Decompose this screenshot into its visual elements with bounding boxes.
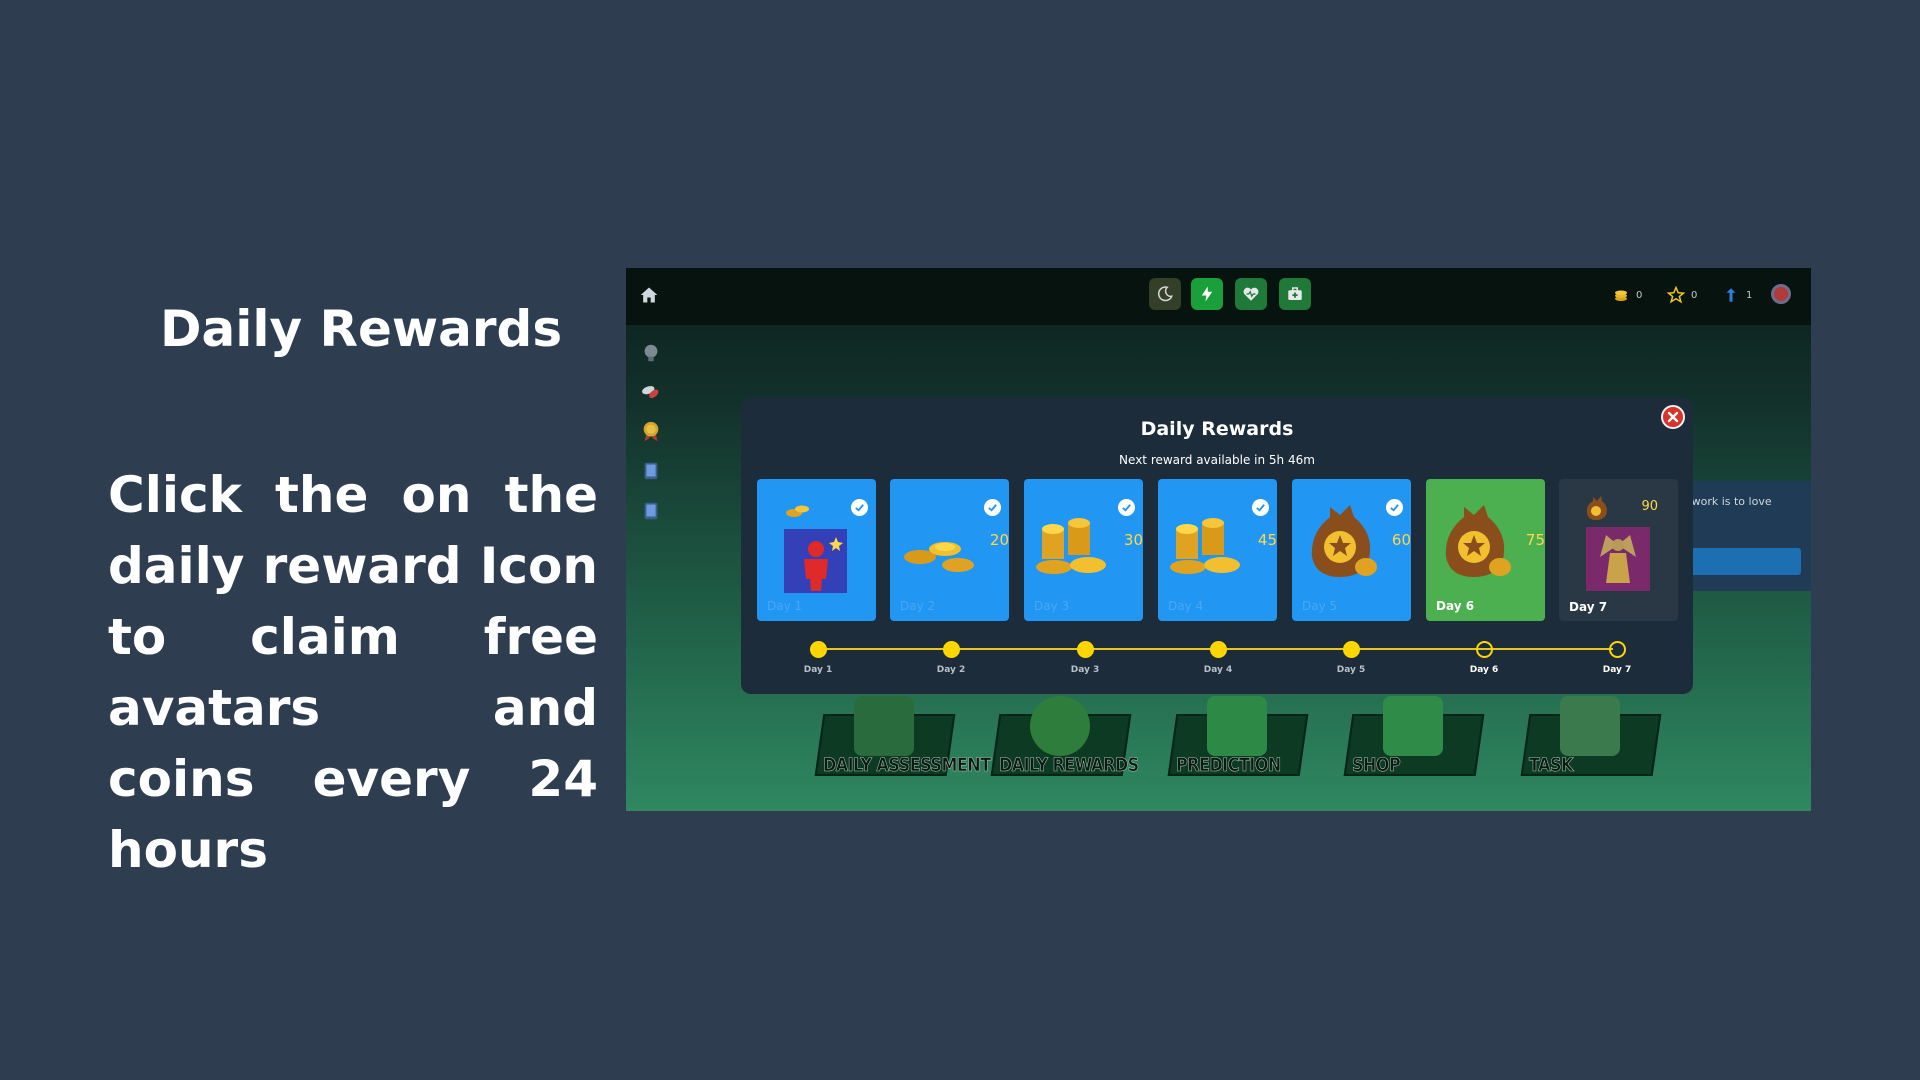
coins-stat: 0 (1612, 286, 1642, 304)
reward-card-day-4[interactable]: 45 Day 4 (1158, 479, 1277, 621)
prediction-label: PREDICTION (1176, 753, 1282, 776)
energy-button[interactable] (1191, 278, 1223, 310)
assessment-chart-icon (854, 696, 914, 756)
coin-pile-icon (1036, 518, 1106, 574)
book-icon[interactable] (640, 460, 662, 482)
claimed-check-icon (851, 499, 868, 516)
task-label: TASK (1529, 753, 1574, 776)
medical-kit-icon (1288, 287, 1302, 300)
small-coin-bag-icon (1586, 496, 1607, 520)
timeline-label: Day 3 (1070, 665, 1100, 675)
modal-title: Daily Rewards (1140, 418, 1294, 440)
reward-card-day-7[interactable]: 90 Day 7 (1559, 479, 1678, 621)
health-button[interactable] (1235, 278, 1267, 310)
reward-amount: 30 (1123, 531, 1143, 549)
claimed-check-icon (1118, 499, 1135, 516)
profile-avatar-icon[interactable] (1771, 284, 1791, 304)
prediction-phone-icon (1207, 696, 1267, 756)
prediction-button[interactable]: PREDICTION (1167, 696, 1309, 776)
pills-icon[interactable] (640, 381, 662, 403)
reward-amount: 90 (1641, 499, 1658, 514)
claimed-check-icon (1252, 499, 1269, 516)
slide-title: Daily Rewards (160, 300, 563, 358)
reward-amount: 45 (1257, 531, 1277, 549)
heart-icon (1243, 287, 1259, 301)
slide-description: Click the on the daily reward Icon to cl… (108, 466, 598, 879)
first-aid-button[interactable] (1279, 278, 1311, 310)
timeline-node-day-7 (1609, 641, 1626, 658)
reward-card-day-1[interactable]: Day 1 (757, 479, 876, 621)
coins-count: 0 (1636, 289, 1643, 301)
coin-bag-icon (1311, 505, 1377, 577)
home-icon[interactable] (639, 285, 659, 305)
task-clipboard-icon (1560, 696, 1620, 756)
lightning-icon (1201, 286, 1213, 302)
timeline-node-day-3 (1077, 641, 1094, 658)
daily-rewards-button[interactable]: DAILY REWARDS (990, 696, 1139, 776)
coins-icon (1615, 290, 1627, 301)
arrow-up-icon (1726, 288, 1736, 302)
timeline-label: Day 6 (1469, 665, 1499, 675)
reward-day-label: Day 3 (1034, 599, 1070, 613)
red-avatar-icon (784, 529, 847, 593)
timeline-node-day-5 (1343, 641, 1360, 658)
timeline-label: Day 1 (803, 665, 833, 675)
close-icon (1667, 411, 1679, 423)
daily-assessment-label: DAILY ASSESSMENT (823, 753, 992, 776)
moon-icon (1157, 286, 1173, 302)
timeline-label: Day 4 (1203, 665, 1233, 675)
timeline-label: Day 7 (1602, 665, 1632, 675)
reward-day-label: Day 5 (1302, 599, 1338, 613)
notebook-icon[interactable] (640, 500, 662, 522)
reward-amount: 60 (1391, 531, 1411, 549)
reward-card-day-6[interactable]: 75 Day 6 (1426, 479, 1545, 621)
shop-label: SHOP (1352, 753, 1401, 776)
level-stat: 1 (1722, 286, 1752, 304)
next-reward-timer: Next reward available in 5h 46m (1119, 453, 1315, 467)
task-button[interactable]: TASK (1520, 696, 1662, 776)
night-mode-button[interactable] (1149, 278, 1181, 310)
claimed-check-icon (1386, 499, 1403, 516)
reward-amount: 20 (989, 531, 1009, 549)
daily-assessment-button[interactable]: DAILY ASSESSMENT (814, 696, 991, 776)
trophy-badge-icon (1030, 696, 1090, 756)
stars-count: 0 (1691, 289, 1698, 301)
reward-day-label: Day 4 (1168, 599, 1204, 613)
fairy-avatar-icon (1586, 527, 1650, 591)
daily-rewards-modal: Daily Rewards Next reward available in 5… (741, 397, 1693, 694)
shop-button[interactable]: SHOP (1343, 696, 1485, 776)
lightbulb-icon[interactable] (640, 342, 662, 364)
close-button[interactable] (1661, 405, 1685, 429)
reward-card-day-5[interactable]: 60 Day 5 (1292, 479, 1411, 621)
timeline-label: Day 2 (936, 665, 966, 675)
top-bar: 0 0 1 (626, 268, 1811, 325)
timeline-node-day-1 (810, 641, 827, 658)
reward-day-label: Day 1 (767, 599, 803, 613)
coin-stack-icon (904, 542, 974, 572)
daily-rewards-label: DAILY REWARDS (999, 753, 1140, 776)
stars-stat: 0 (1667, 286, 1697, 304)
timeline-node-day-6 (1476, 641, 1493, 658)
reward-card-day-3[interactable]: 30 Day 3 (1024, 479, 1143, 621)
timeline-node-day-4 (1210, 641, 1227, 658)
reward-day-label: Day 2 (900, 599, 936, 613)
small-coins-icon (786, 505, 809, 517)
timeline-label: Day 5 (1336, 665, 1366, 675)
shopping-bag-icon (1383, 696, 1443, 756)
reward-day-label: Day 6 (1436, 599, 1475, 613)
coin-bag-icon (1445, 505, 1511, 577)
reward-day-label: Day 7 (1569, 600, 1608, 614)
timeline-node-day-2 (943, 641, 960, 658)
coin-pile-icon (1170, 518, 1240, 574)
level-count: 1 (1746, 289, 1753, 301)
medal-icon[interactable] (640, 420, 662, 442)
reward-card-day-2[interactable]: 20 Day 2 (890, 479, 1009, 621)
reward-amount: 75 (1525, 531, 1545, 549)
claimed-check-icon (984, 499, 1001, 516)
star-icon (1667, 286, 1685, 304)
